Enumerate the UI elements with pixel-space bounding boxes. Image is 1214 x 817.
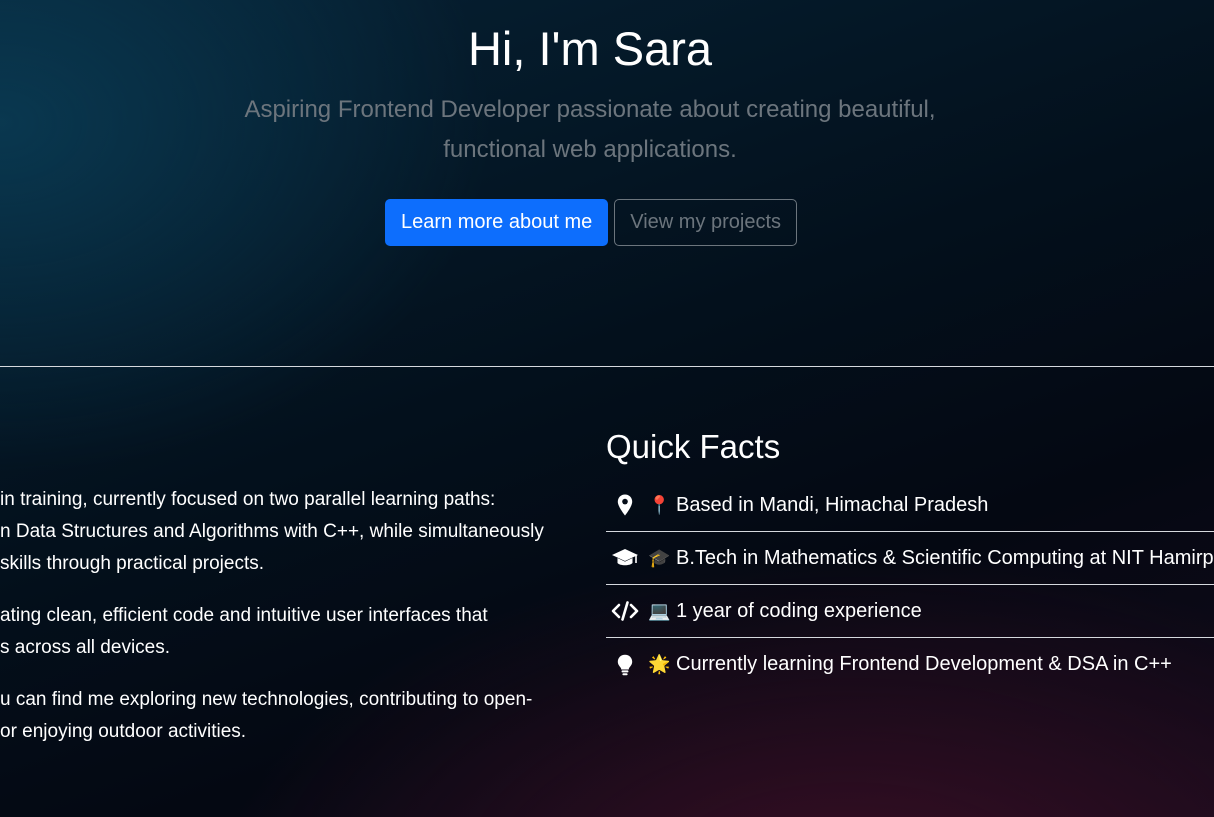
about-line: u can find me exploring new technologies… bbox=[0, 689, 533, 710]
about-line: in training, currently focused on two pa… bbox=[0, 489, 496, 510]
fact-item-location: 📍 Based in Mandi, Himachal Pradesh bbox=[606, 479, 1214, 532]
about-paragraph: in training, currently focused on two pa… bbox=[0, 484, 580, 580]
code-icon bbox=[608, 601, 642, 621]
fact-item-learning: 🌟 Currently learning Frontend Developmen… bbox=[606, 638, 1214, 691]
quick-facts-list: 📍 Based in Mandi, Himachal Pradesh 🎓 B.T… bbox=[606, 479, 1214, 691]
graduation-cap-icon bbox=[608, 548, 642, 568]
about-line: ating clean, efficient code and intuitiv… bbox=[0, 605, 488, 626]
about-line: n Data Structures and Algorithms with C+… bbox=[0, 521, 544, 542]
fact-text: 1 year of coding experience bbox=[676, 599, 922, 622]
fact-text: Currently learning Frontend Development … bbox=[676, 653, 1172, 675]
about-line: s across all devices. bbox=[0, 637, 171, 658]
view-projects-button[interactable]: View my projects bbox=[614, 199, 798, 246]
pin-emoji: 📍 bbox=[648, 494, 671, 516]
quick-facts-title: Quick Facts bbox=[606, 428, 781, 465]
learn-more-button[interactable]: Learn more about me bbox=[385, 199, 609, 246]
hero-subtitle-line: Aspiring Frontend Developer passionate a… bbox=[244, 96, 936, 123]
about-paragraph: ating clean, efficient code and intuitiv… bbox=[0, 600, 580, 664]
star-emoji: 🌟 bbox=[648, 654, 671, 675]
hero-subtitle-line: functional web applications. bbox=[443, 136, 737, 163]
hero-title: Hi, I'm Sara bbox=[467, 22, 713, 75]
hero-subtitle: Aspiring Frontend Developer passionate a… bbox=[200, 90, 980, 170]
about-paragraph: u can find me exploring new technologies… bbox=[0, 684, 580, 748]
about-line: or enjoying outdoor activities. bbox=[0, 721, 247, 742]
graduation-emoji: 🎓 bbox=[648, 547, 671, 569]
fact-item-experience: 💻 1 year of coding experience bbox=[606, 585, 1214, 638]
lightbulb-icon bbox=[608, 654, 642, 676]
about-line: skills through practical projects. bbox=[0, 553, 264, 574]
about-text: in training, currently focused on two pa… bbox=[0, 484, 580, 768]
hero-buttons: Learn more about me View my projects bbox=[385, 199, 798, 246]
section-divider bbox=[0, 366, 1214, 367]
map-marker-icon bbox=[608, 494, 642, 516]
laptop-emoji: 💻 bbox=[648, 600, 671, 622]
fact-text: Based in Mandi, Himachal Pradesh bbox=[676, 493, 989, 516]
fact-text: B.Tech in Mathematics & Scientific Compu… bbox=[676, 546, 1214, 569]
fact-item-education: 🎓 B.Tech in Mathematics & Scientific Com… bbox=[606, 532, 1214, 585]
